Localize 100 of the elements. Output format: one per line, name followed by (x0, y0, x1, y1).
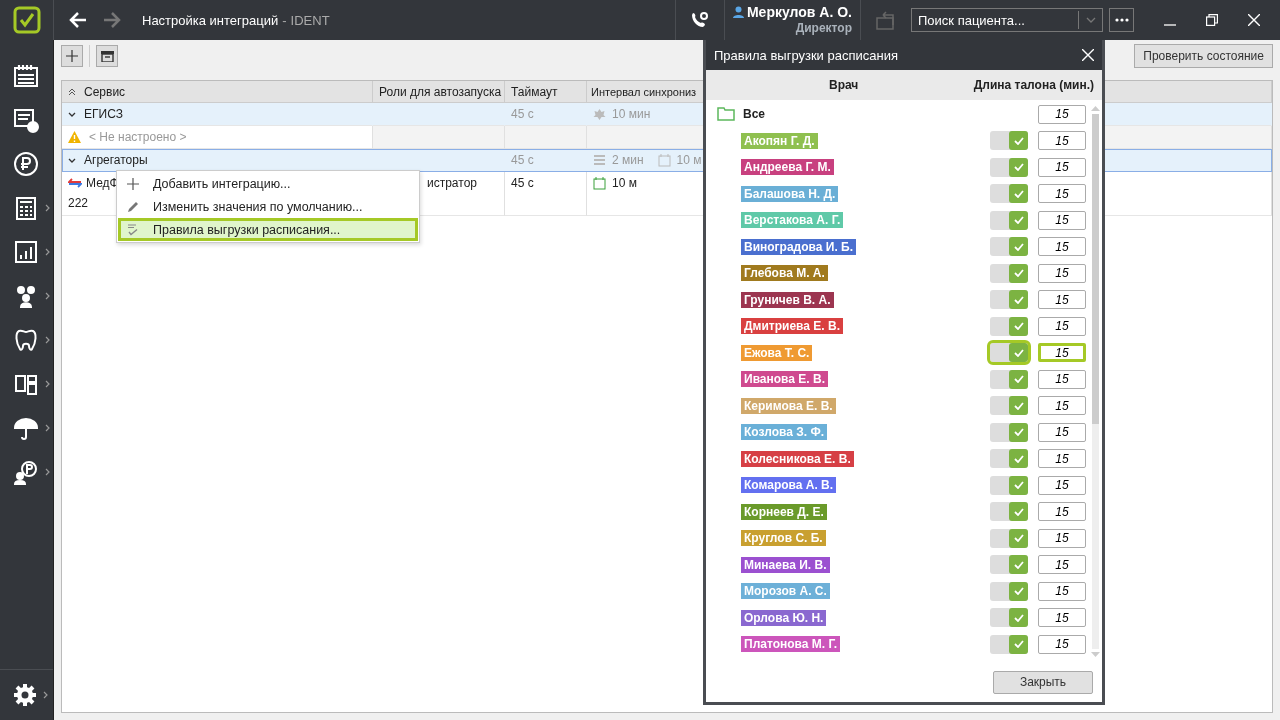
duration-field[interactable]: 15 (1038, 608, 1086, 628)
tooth-icon[interactable] (13, 327, 39, 353)
toggle-switch[interactable] (990, 581, 1028, 601)
doctor-tag: Акопян Г. Д. (741, 132, 818, 149)
duration-field[interactable]: 15 (1038, 396, 1086, 416)
duration-field[interactable]: 15 (1038, 316, 1086, 336)
close-button[interactable]: Закрыть (993, 670, 1093, 694)
chart-icon[interactable] (13, 239, 39, 265)
menu-item[interactable]: Добавить интеграцию... (118, 172, 418, 195)
toggle-switch[interactable] (990, 263, 1028, 283)
check-icon (1013, 295, 1024, 304)
toggle-switch[interactable] (990, 290, 1028, 310)
toggle-switch[interactable] (990, 396, 1028, 416)
more-button[interactable] (1109, 8, 1134, 32)
umbrella-icon[interactable] (13, 415, 39, 441)
duration-field[interactable]: 15 (1038, 502, 1086, 522)
check-icon (1013, 560, 1024, 569)
toggle-switch[interactable] (990, 343, 1028, 363)
chevron-right-icon (45, 380, 50, 388)
card-return-icon[interactable] (875, 10, 897, 30)
duration-field[interactable]: 15 (1038, 422, 1086, 442)
column-header[interactable]: Интервал синхрониз (587, 81, 705, 103)
duration-field[interactable]: 15 (1038, 157, 1086, 177)
duration-field[interactable]: 15 (1038, 449, 1086, 469)
toggle-switch[interactable] (990, 555, 1028, 575)
duration-field[interactable]: 15 (1038, 184, 1086, 204)
chevron-right-icon (45, 292, 50, 300)
toggle-switch[interactable] (990, 210, 1028, 230)
duration-field[interactable]: 15 (1038, 475, 1086, 495)
toggle-switch[interactable] (990, 528, 1028, 548)
toggle-switch[interactable] (990, 237, 1028, 257)
calculator-icon[interactable] (13, 195, 39, 221)
toggle-switch[interactable] (990, 608, 1028, 628)
duration-field[interactable]: 15 (1038, 290, 1086, 310)
doctor-tag: Верстакова А. Г. (741, 212, 844, 229)
toggle-switch[interactable] (990, 369, 1028, 389)
chevron-down-icon[interactable] (68, 111, 76, 117)
archive-button[interactable] (96, 45, 118, 67)
duration-field[interactable]: 15 (1038, 263, 1086, 283)
duration-field[interactable]: 15 (1038, 104, 1086, 124)
group-name: Агрегаторы (84, 153, 148, 167)
interval-value: 10 м (612, 176, 637, 190)
duration-field[interactable]: 15 (1038, 237, 1086, 257)
warning-icon (68, 131, 81, 143)
toggle-switch[interactable] (990, 475, 1028, 495)
check-icon (1013, 348, 1024, 357)
calendar-icon[interactable] (13, 63, 39, 89)
column-header[interactable]: Роли для автозапуска (373, 81, 505, 103)
phone-gear-icon[interactable] (689, 10, 710, 30)
chevron-down-icon[interactable] (68, 157, 76, 163)
doctor-tag: Керимова Е. В. (741, 397, 836, 414)
close-icon[interactable] (1082, 49, 1094, 61)
duration-field[interactable]: 15 (1038, 581, 1086, 601)
doctor-tag: Круглов С. Б. (741, 530, 826, 547)
doctor-tag: Орлова Ю. Н. (741, 609, 827, 626)
toggle-switch[interactable] (990, 449, 1028, 469)
duration-field[interactable]: 15 (1038, 343, 1086, 363)
folder-icon (717, 107, 735, 122)
toggle-switch[interactable] (990, 157, 1028, 177)
restore-icon[interactable] (1206, 14, 1218, 26)
back-icon[interactable] (68, 11, 88, 29)
toggle-switch[interactable] (990, 316, 1028, 336)
forward-icon[interactable] (102, 11, 122, 29)
toggle-switch[interactable] (990, 131, 1028, 151)
check-status-button[interactable]: Проверить состояние (1134, 44, 1273, 68)
toggle-switch[interactable] (990, 634, 1028, 654)
column-header[interactable]: Таймаут (505, 81, 587, 103)
search-box[interactable]: Поиск пациента... (911, 8, 1103, 32)
close-icon[interactable] (1248, 14, 1260, 26)
interval-value: 10 м (676, 153, 702, 167)
patient-search-field[interactable]: Поиск пациента... (912, 9, 1078, 31)
toggle-switch[interactable] (990, 502, 1028, 522)
ruble-icon[interactable] (13, 151, 39, 177)
checklist-icon[interactable] (13, 107, 39, 133)
scroll-up-icon[interactable] (1090, 105, 1100, 111)
payer-icon[interactable] (13, 459, 39, 485)
duration-field[interactable]: 15 (1038, 555, 1086, 575)
check-icon (1013, 136, 1024, 145)
duration-field[interactable]: 15 (1038, 634, 1086, 654)
toggle-switch[interactable] (990, 422, 1028, 442)
check-icon (1013, 216, 1024, 225)
duration-field[interactable]: 15 (1038, 210, 1086, 230)
logo-icon[interactable] (12, 6, 41, 34)
toggle-switch[interactable] (990, 184, 1028, 204)
user-name[interactable]: Меркулов А. О. (746, 4, 852, 20)
all-doctors-label: Все (743, 107, 765, 122)
scroll-thumb[interactable] (1091, 114, 1099, 425)
chevron-right-icon (45, 468, 50, 476)
duration-field[interactable]: 15 (1038, 528, 1086, 548)
column-header[interactable]: Сервис (84, 84, 126, 99)
menu-item[interactable]: Правила выгрузки расписания... (118, 218, 418, 241)
collapse-all-icon[interactable] (68, 87, 76, 96)
settings-icon[interactable] (13, 683, 37, 707)
app-name: IDENT (290, 12, 330, 28)
duration-field[interactable]: 15 (1038, 369, 1086, 389)
scroll-down-icon[interactable] (1090, 652, 1100, 658)
menu-item[interactable]: Изменить значения по умолчанию... (118, 195, 418, 218)
plus-icon (127, 177, 139, 190)
duration-field[interactable]: 15 (1038, 131, 1086, 151)
add-button[interactable] (61, 45, 83, 67)
